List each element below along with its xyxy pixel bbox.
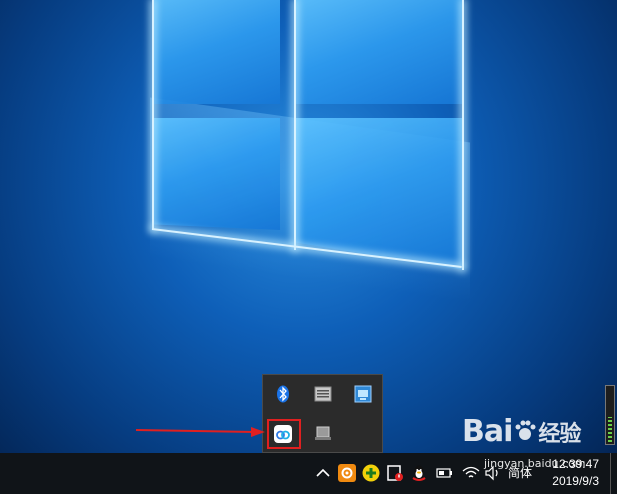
logo-glow-line bbox=[152, 0, 154, 230]
annotation-arrow bbox=[135, 428, 257, 434]
wifi-icon[interactable] bbox=[462, 464, 480, 482]
device-alert-icon[interactable] bbox=[386, 464, 404, 482]
security-plus-icon[interactable] bbox=[362, 464, 380, 482]
show-desktop-button[interactable] bbox=[610, 453, 617, 494]
baidu-paw-icon bbox=[515, 420, 536, 440]
show-hidden-icons-chevron-icon[interactable] bbox=[314, 464, 332, 482]
logo-glow-line bbox=[462, 0, 464, 270]
keyboard-icon[interactable] bbox=[314, 385, 332, 403]
logo-pane-bottom-left bbox=[152, 118, 280, 230]
gear-app-icon[interactable] bbox=[338, 464, 356, 482]
logo-pane-top-left bbox=[152, 0, 280, 104]
qq-penguin-icon[interactable] bbox=[410, 464, 428, 482]
volume-slider[interactable] bbox=[605, 385, 615, 445]
desktop-wallpaper: 简体 12:39:47 2019/9/3 Bai 经验 jingyan.baid… bbox=[0, 0, 617, 494]
highlight-box-netdisk bbox=[267, 419, 301, 449]
volume-level-fill bbox=[608, 417, 612, 442]
network-adapter-icon[interactable] bbox=[354, 385, 372, 403]
battery-icon[interactable] bbox=[436, 464, 454, 482]
watermark-brand: Bai 经验 bbox=[462, 414, 581, 449]
logo-pane-top-right bbox=[296, 0, 464, 104]
baidu-jingyan-watermark: Bai 经验 jingyan.baidu.com bbox=[462, 414, 586, 470]
annotation-arrow-head bbox=[251, 427, 265, 437]
usb-device-icon[interactable] bbox=[314, 425, 332, 443]
clock-date: 2019/9/3 bbox=[552, 474, 599, 488]
logo-glow-line bbox=[294, 0, 296, 250]
bluetooth-icon[interactable] bbox=[274, 385, 292, 403]
watermark-url: jingyan.baidu.com bbox=[484, 457, 586, 470]
